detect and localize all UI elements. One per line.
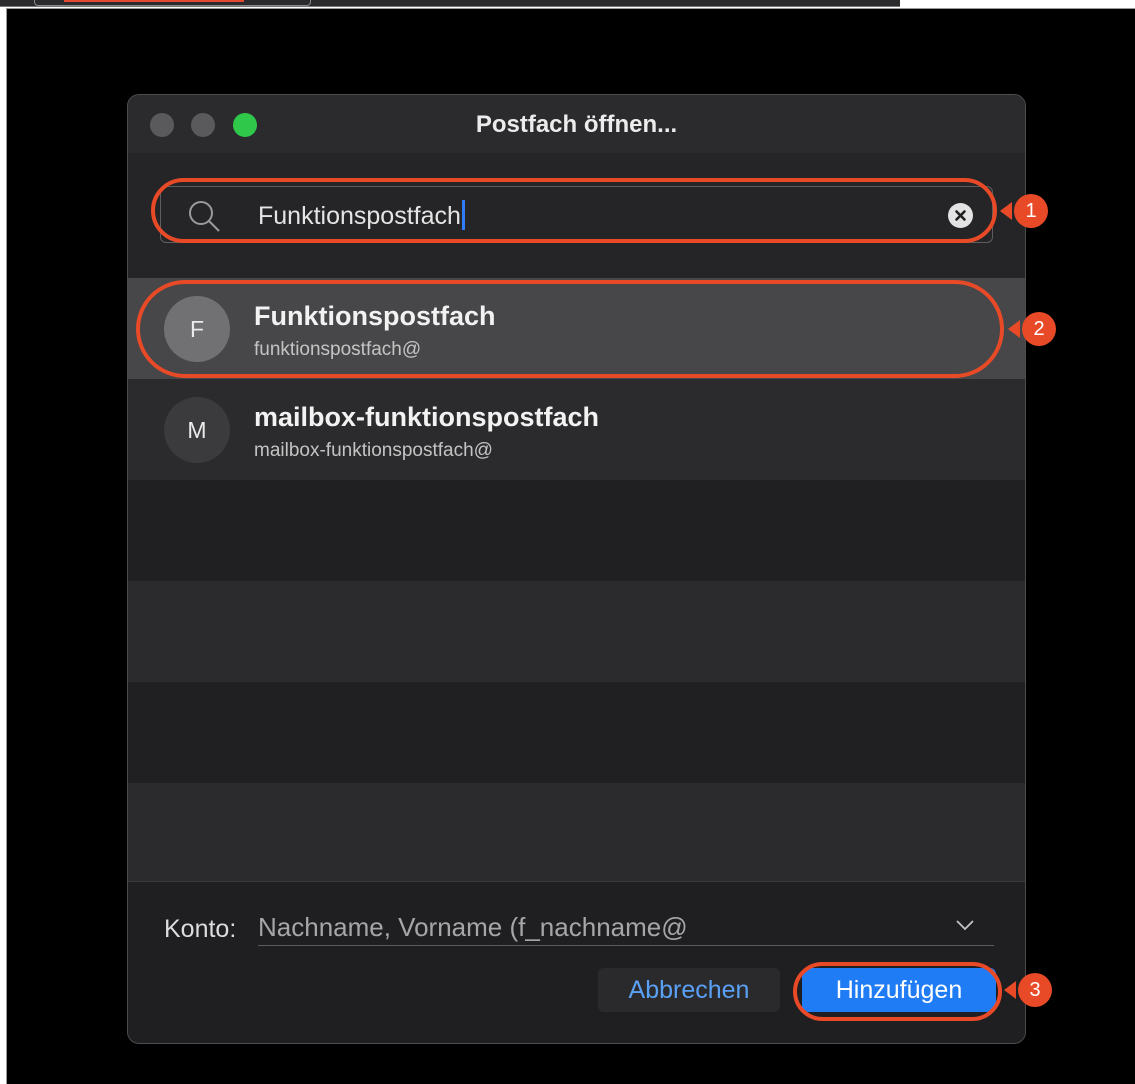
annotation-badge-2: 2 [1022, 312, 1056, 346]
avatar: M [164, 397, 230, 463]
empty-row [128, 783, 1025, 881]
annotation-ring-add-button [793, 962, 1002, 1021]
annotation-arrow [1004, 981, 1016, 999]
background-tab-highlight [64, 0, 244, 2]
account-label: Konto: [164, 915, 237, 943]
annotation-badge-1: 1 [1014, 194, 1048, 228]
title-bar: Postfach öffnen... [128, 95, 1025, 153]
background-window-strip [0, 0, 900, 7]
annotation-badge-3: 3 [1018, 973, 1052, 1007]
annotation-ring-search [151, 178, 997, 243]
chevron-down-icon [956, 918, 974, 936]
result-item-mailbox-funktionspostfach[interactable]: M mailbox-funktionspostfach mailbox-funk… [128, 379, 1025, 480]
empty-row [128, 682, 1025, 783]
result-name: mailbox-funktionspostfach [254, 402, 600, 432]
account-select[interactable]: Nachname, Vorname (f_nachname@ [258, 906, 994, 946]
annotation-ring-result [136, 280, 1004, 378]
annotation-arrow [1000, 202, 1012, 220]
cancel-button[interactable]: Abbrechen [598, 968, 780, 1012]
result-email: mailbox-funktionspostfach@ [254, 440, 493, 461]
empty-row [128, 480, 1025, 581]
annotation-arrow [1008, 320, 1020, 338]
account-value: Nachname, Vorname (f_nachname@ [258, 912, 688, 942]
empty-row [128, 581, 1025, 682]
window-title: Postfach öffnen... [475, 111, 678, 138]
